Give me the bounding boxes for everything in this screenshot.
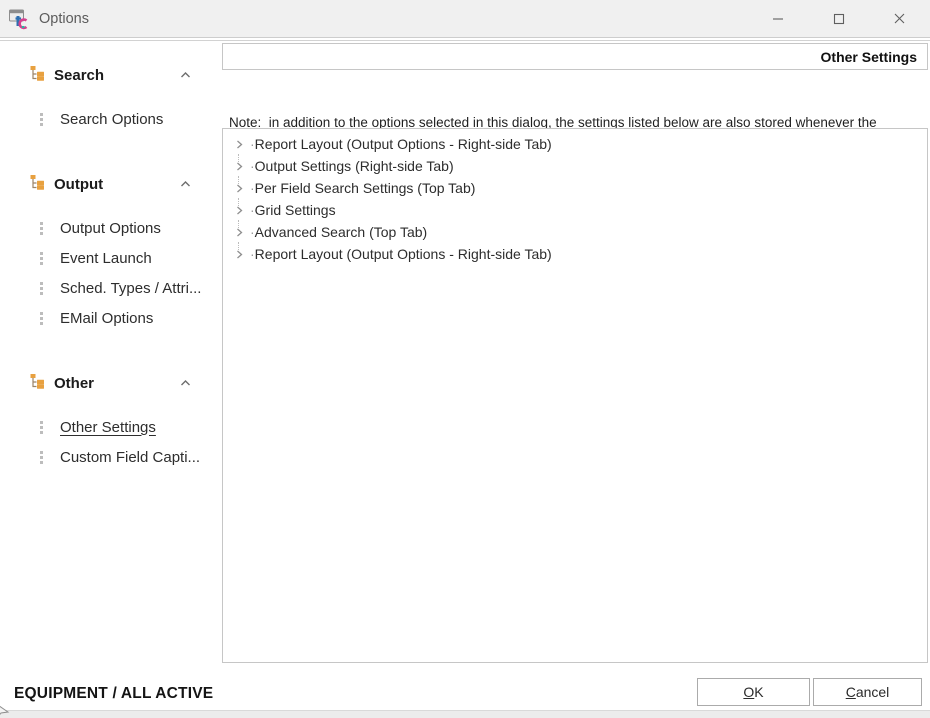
maximize-button[interactable]: [808, 0, 869, 37]
titlebar: Options: [0, 0, 930, 37]
sidebar-items-other: Other Settings Custom Field Capti...: [0, 412, 222, 472]
sidebar-items-output: Output Options Event Launch Sched. Types…: [0, 213, 222, 333]
sidebar-section-header-output[interactable]: Output: [0, 169, 222, 199]
cancel-button-label: Cancel: [846, 684, 890, 700]
tree-item-label: Report Layout (Output Options - Right-si…: [250, 246, 552, 262]
sidebar-item-label: Event Launch: [60, 250, 152, 267]
tree-item-label: Advanced Search (Top Tab): [250, 224, 427, 240]
sidebar-item-search-options[interactable]: Search Options: [0, 104, 222, 134]
sidebar-section-header-other[interactable]: Other: [0, 368, 222, 398]
options-dialog: Options: [0, 0, 930, 718]
minimize-icon: [772, 13, 784, 25]
grip-dots-icon: [40, 113, 43, 126]
ok-button[interactable]: OK: [697, 678, 810, 706]
app-logo-icon: [8, 7, 31, 30]
sidebar-section-label: Search: [54, 67, 104, 84]
sidebar-items-search: Search Options: [0, 104, 222, 134]
tree-item[interactable]: Report Layout (Output Options - Right-si…: [223, 243, 927, 265]
chevron-up-icon[interactable]: [179, 69, 192, 82]
sidebar-section-label: Output: [54, 176, 103, 193]
tree-item[interactable]: Grid Settings: [223, 199, 927, 221]
tree-structure-icon: [30, 373, 46, 394]
chevron-right-icon[interactable]: [231, 139, 247, 150]
close-button[interactable]: [869, 0, 930, 37]
settings-tree: Report Layout (Output Options - Right-si…: [222, 128, 928, 663]
tree-item[interactable]: Output Settings (Right-side Tab): [223, 155, 927, 177]
minimize-button[interactable]: [747, 0, 808, 37]
sidebar-item-output-options[interactable]: Output Options: [0, 213, 222, 243]
sidebar-item-label: Search Options: [60, 111, 163, 128]
titlebar-separator-2: [0, 40, 930, 41]
sidebar-section-label: Other: [54, 375, 94, 392]
context-label: EQUIPMENT / ALL ACTIVE: [14, 685, 213, 703]
window-controls: [747, 0, 930, 37]
tree-item-label: Output Settings (Right-side Tab): [250, 158, 454, 174]
chevron-right-icon[interactable]: [231, 205, 247, 216]
tree-structure-icon: [30, 174, 46, 195]
sidebar-item-label: Sched. Types / Attri...: [60, 280, 201, 297]
sidebar-item-label: EMail Options: [60, 310, 153, 327]
sidebar-item-other-settings[interactable]: Other Settings: [0, 412, 222, 442]
chevron-right-icon[interactable]: [231, 161, 247, 172]
sidebar-item-sched-types[interactable]: Sched. Types / Attri...: [0, 273, 222, 303]
close-icon: [893, 12, 906, 25]
chevron-right-icon[interactable]: [231, 249, 247, 260]
grip-dots-icon: [40, 421, 43, 434]
grip-dots-icon: [40, 451, 43, 464]
sidebar-item-label: Other Settings: [60, 419, 156, 436]
tree-item-label: Grid Settings: [250, 202, 336, 218]
chevron-up-icon[interactable]: [179, 377, 192, 390]
mouse-cursor: [0, 701, 11, 718]
chevron-right-icon[interactable]: [231, 183, 247, 194]
sidebar-item-email-options[interactable]: EMail Options: [0, 303, 222, 333]
tree-item[interactable]: Per Field Search Settings (Top Tab): [223, 177, 927, 199]
tree-item[interactable]: Advanced Search (Top Tab): [223, 221, 927, 243]
chevron-right-icon[interactable]: [231, 227, 247, 238]
tree-item[interactable]: Report Layout (Output Options - Right-si…: [223, 133, 927, 155]
tree-item-label: Per Field Search Settings (Top Tab): [250, 180, 475, 196]
panel-title-bar: Other Settings: [222, 43, 928, 70]
sidebar-item-custom-field-captions[interactable]: Custom Field Capti...: [0, 442, 222, 472]
sidebar: Search Search Options: [0, 42, 222, 666]
window-title: Options: [39, 11, 89, 27]
sidebar-section-search: Search Search Options: [0, 60, 222, 134]
grip-dots-icon: [40, 222, 43, 235]
cancel-button[interactable]: Cancel: [813, 678, 922, 706]
maximize-icon: [833, 13, 845, 25]
sidebar-section-other: Other Other Settings Custom Field Capti.…: [0, 368, 222, 472]
sidebar-item-event-launch[interactable]: Event Launch: [0, 243, 222, 273]
tree-item-label: Report Layout (Output Options - Right-si…: [250, 136, 552, 152]
grip-dots-icon: [40, 312, 43, 325]
chevron-up-icon[interactable]: [179, 178, 192, 191]
grip-dots-icon: [40, 252, 43, 265]
titlebar-separator: [0, 37, 930, 38]
panel-title: Other Settings: [821, 49, 917, 65]
sidebar-section-header-search[interactable]: Search: [0, 60, 222, 90]
window-bottom-edge: [0, 710, 930, 718]
tree-structure-icon: [30, 65, 46, 86]
sidebar-item-label: Output Options: [60, 220, 161, 237]
sidebar-item-label: Custom Field Capti...: [60, 449, 200, 466]
ok-button-label: OK: [743, 684, 763, 700]
grip-dots-icon: [40, 282, 43, 295]
sidebar-section-output: Output Output Options Event Launch Sched…: [0, 169, 222, 333]
